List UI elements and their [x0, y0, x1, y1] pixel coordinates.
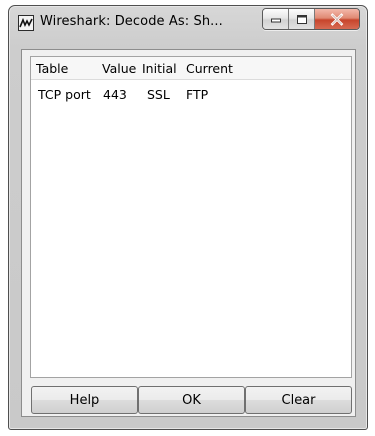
minimize-button[interactable] [263, 9, 289, 29]
wireshark-icon [18, 15, 34, 31]
cell-table: TCP port [38, 87, 91, 102]
cell-initial: SSL [147, 87, 170, 102]
clear-button[interactable]: Clear [245, 386, 352, 414]
close-icon [330, 12, 344, 26]
button-row: Help OK Clear [31, 386, 353, 414]
help-button[interactable]: Help [31, 386, 138, 414]
title-bar[interactable]: Wireshark: Decode As: Sh... [9, 6, 367, 40]
minimize-icon [270, 18, 281, 23]
clear-button-label: Clear [281, 392, 316, 408]
decode-as-table[interactable]: Table Value Initial Current TCP port 443… [30, 56, 352, 378]
help-button-label: Help [69, 392, 100, 408]
column-header-initial[interactable]: Initial [142, 61, 177, 76]
close-button[interactable] [315, 9, 359, 29]
decode-as-window: Wireshark: Decode As: Sh... Table Value … [8, 5, 368, 430]
column-header-current[interactable]: Current [186, 61, 233, 76]
column-header-table[interactable]: Table [36, 61, 68, 76]
maximize-button[interactable] [289, 9, 315, 29]
caption-buttons [262, 8, 360, 30]
column-header-value[interactable]: Value [102, 61, 136, 76]
table-header: Table Value Initial Current [31, 57, 351, 80]
cell-value: 443 [103, 87, 127, 102]
window-title: Wireshark: Decode As: Sh... [40, 14, 223, 29]
ok-button-label: OK [182, 392, 201, 408]
dialog-body: Table Value Initial Current TCP port 443… [21, 49, 356, 417]
cell-current: FTP [186, 87, 209, 102]
ok-button[interactable]: OK [138, 386, 245, 414]
maximize-icon [296, 14, 307, 24]
